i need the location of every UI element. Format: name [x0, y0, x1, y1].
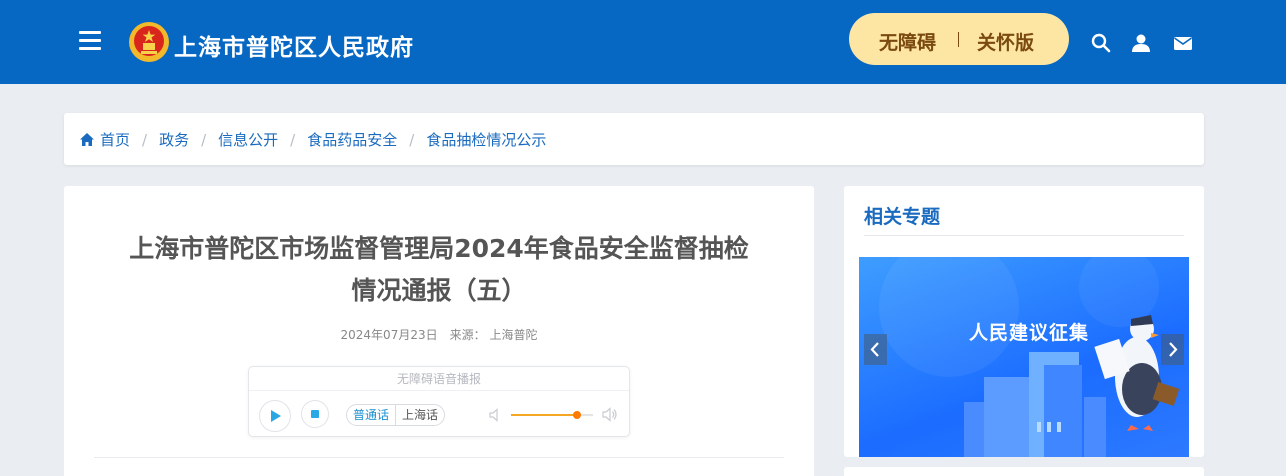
- breadcrumb-separator: /: [409, 130, 415, 149]
- lang-shanghainese-option[interactable]: 上海话: [396, 405, 444, 425]
- volume-slider-knob[interactable]: [572, 411, 581, 419]
- breadcrumb-government-affairs[interactable]: 政务: [159, 129, 189, 150]
- mail-icon[interactable]: [1173, 33, 1193, 53]
- chevron-left-icon: [870, 342, 879, 357]
- user-icon[interactable]: [1131, 33, 1151, 53]
- breadcrumb: 首页 / 政务 / 信息公开 / 食品药品安全 / 食品抽检情况公示: [64, 113, 1204, 165]
- breadcrumb-home[interactable]: 首页: [100, 129, 130, 150]
- lang-mandarin-option[interactable]: 普通话: [347, 405, 397, 425]
- breadcrumb-information-disclosure[interactable]: 信息公开: [218, 129, 278, 150]
- accessibility-button[interactable]: 无障碍: [879, 28, 936, 55]
- banner-title: 人民建议征集: [969, 322, 1090, 344]
- audio-player-title: 无障碍语音播报: [249, 367, 629, 391]
- banner-background-image: [879, 257, 1180, 457]
- source-value: 上海普陀: [489, 328, 538, 342]
- article-meta: 2024年07月23日 来源： 上海普陀: [64, 326, 814, 343]
- site-header: 上海市普陀区人民政府 无障碍 关怀版: [0, 0, 1286, 84]
- language-toggle: 普通话 上海话: [346, 404, 446, 426]
- pill-divider: [958, 32, 959, 47]
- article-title: 上海市普陀区市场监督管理局2024年食品安全监督抽检情况通报（五）: [129, 234, 749, 305]
- accessibility-toggle-group: 无障碍 关怀版: [849, 13, 1069, 65]
- breadcrumb-food-drug-safety[interactable]: 食品药品安全: [307, 129, 397, 150]
- carousel-next-button[interactable]: [1161, 334, 1184, 365]
- article-card: 上海市普陀区市场监督管理局2024年食品安全监督抽检情况通报（五） 2024年0…: [64, 186, 814, 476]
- topic-banner-carousel[interactable]: 人民建议征集: [859, 257, 1189, 457]
- secondary-side-card: [844, 467, 1204, 476]
- volume-high-icon[interactable]: [602, 407, 618, 422]
- article-divider: [94, 457, 784, 458]
- volume-slider[interactable]: [511, 411, 593, 419]
- breadcrumb-separator: /: [142, 130, 148, 149]
- search-icon[interactable]: [1091, 33, 1111, 53]
- volume-slider-fill: [511, 414, 577, 416]
- play-icon: [271, 410, 281, 422]
- play-button[interactable]: [259, 400, 291, 432]
- care-mode-button[interactable]: 关怀版: [977, 28, 1034, 55]
- stop-button[interactable]: [301, 400, 329, 428]
- audio-player: 无障碍语音播报 普通话 上海话: [248, 366, 630, 437]
- home-icon[interactable]: [79, 132, 95, 147]
- related-topics-divider: [864, 235, 1184, 236]
- related-topics-title: 相关专题: [864, 206, 941, 228]
- chevron-right-icon: [1169, 342, 1178, 357]
- breadcrumb-food-inspection[interactable]: 食品抽检情况公示: [426, 129, 546, 150]
- national-emblem-icon[interactable]: [128, 21, 170, 63]
- carousel-prev-button[interactable]: [864, 334, 887, 365]
- volume-low-icon[interactable]: [489, 408, 501, 422]
- publish-date: 2024年07月23日: [340, 328, 438, 342]
- source-label: 来源：: [449, 328, 486, 342]
- breadcrumb-separator: /: [201, 130, 207, 149]
- related-topics-card: 相关专题 人民建议征集: [844, 186, 1204, 457]
- menu-icon[interactable]: [79, 31, 101, 51]
- site-title[interactable]: 上海市普陀区人民政府: [174, 28, 414, 62]
- stop-icon: [311, 410, 319, 418]
- breadcrumb-separator: /: [290, 130, 296, 149]
